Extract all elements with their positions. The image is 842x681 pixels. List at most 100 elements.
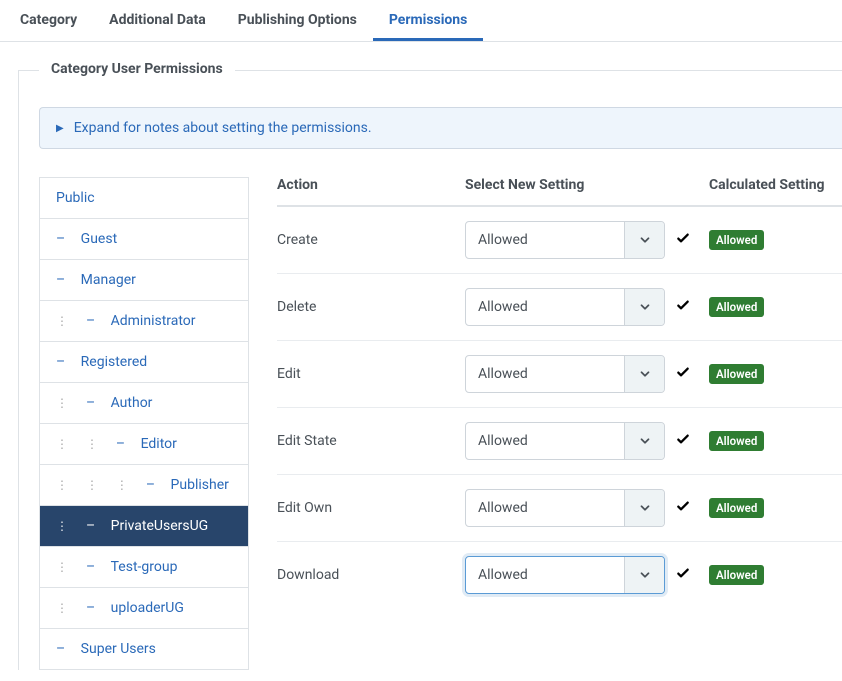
tab-publishing-options[interactable]: Publishing Options [222, 2, 373, 41]
user-group-item-administrator[interactable]: ⋮ – Administrator [40, 301, 248, 342]
check-icon [675, 431, 691, 447]
check-icon [675, 230, 691, 246]
setting-select[interactable]: Allowed [465, 221, 665, 259]
select-caret[interactable] [624, 289, 664, 325]
action-label: Edit [277, 366, 465, 382]
indent-dots-icon: ⋮ [86, 478, 97, 492]
user-group-item-registered[interactable]: – Registered [40, 342, 248, 383]
group-label: Manager [81, 272, 136, 288]
user-group-item-super-users[interactable]: – Super Users [40, 629, 248, 670]
expand-notes-bar[interactable]: ▶ Expand for notes about setting the per… [39, 107, 842, 149]
indent-dots-icon: ⋮ [56, 314, 67, 328]
calc-cell: Allowed [709, 364, 842, 384]
indent-dash: – [86, 313, 95, 329]
chevron-down-icon [638, 233, 652, 247]
permission-row: EditAllowedAllowed [277, 341, 842, 408]
calc-badge: Allowed [709, 565, 764, 585]
select-caret[interactable] [624, 222, 664, 258]
tab-bar: CategoryAdditional DataPublishing Option… [0, 0, 842, 42]
indent-dash: – [86, 395, 95, 411]
select-caret[interactable] [624, 356, 664, 392]
select-value: Allowed [466, 289, 624, 325]
indent-dash: – [56, 354, 65, 370]
user-group-item-author[interactable]: ⋮ – Author [40, 383, 248, 424]
group-label: Public [56, 190, 95, 206]
group-label: Publisher [171, 477, 229, 493]
col-action-header: Action [277, 177, 465, 193]
tab-permissions[interactable]: Permissions [373, 2, 483, 41]
select-value: Allowed [466, 557, 624, 593]
setting-cell: Allowed [465, 355, 709, 393]
user-group-item-guest[interactable]: – Guest [40, 219, 248, 260]
select-value: Allowed [466, 222, 624, 258]
permissions-fieldset: Category User Permissions ▶ Expand for n… [18, 70, 842, 670]
table-header: Action Select New Setting Calculated Set… [277, 177, 842, 207]
indent-dots-icon: ⋮ [56, 601, 67, 615]
calc-cell: Allowed [709, 498, 842, 518]
setting-select[interactable]: Allowed [465, 288, 665, 326]
group-label: Author [111, 395, 153, 411]
indent-dots-icon: ⋮ [56, 560, 67, 574]
group-label: Administrator [111, 313, 196, 329]
calc-badge: Allowed [709, 364, 764, 384]
select-caret[interactable] [624, 557, 664, 593]
setting-cell: Allowed [465, 489, 709, 527]
select-value: Allowed [466, 423, 624, 459]
user-group-item-manager[interactable]: – Manager [40, 260, 248, 301]
col-calc-header: Calculated Setting [709, 177, 842, 193]
user-group-item-uploaderug[interactable]: ⋮ – uploaderUG [40, 588, 248, 629]
action-label: Create [277, 232, 465, 248]
indent-dots-icon: ⋮ [56, 478, 67, 492]
check-icon [675, 498, 691, 514]
group-label: Super Users [81, 641, 156, 657]
select-caret[interactable] [624, 423, 664, 459]
setting-select[interactable]: Allowed [465, 489, 665, 527]
tab-additional-data[interactable]: Additional Data [93, 2, 222, 41]
permissions-table: Action Select New Setting Calculated Set… [277, 177, 842, 608]
indent-dash: – [116, 436, 125, 452]
user-group-item-publisher[interactable]: ⋮ ⋮ ⋮ – Publisher [40, 465, 248, 506]
user-group-item-editor[interactable]: ⋮ ⋮ – Editor [40, 424, 248, 465]
setting-cell: Allowed [465, 221, 709, 259]
select-value: Allowed [466, 490, 624, 526]
tab-category[interactable]: Category [4, 2, 93, 41]
indent-dash: – [56, 641, 65, 657]
calc-cell: Allowed [709, 431, 842, 451]
setting-cell: Allowed [465, 288, 709, 326]
action-label: Edit State [277, 433, 465, 449]
check-icon [675, 364, 691, 380]
expand-notes-label: Expand for notes about setting the permi… [74, 120, 372, 136]
calc-badge: Allowed [709, 431, 764, 451]
saved-check [675, 297, 691, 317]
group-label: Registered [81, 354, 147, 370]
setting-select[interactable]: Allowed [465, 556, 665, 594]
user-group-item-privateusersug[interactable]: ⋮ – PrivateUsersUG [40, 506, 248, 547]
indent-dots-icon: ⋮ [56, 519, 67, 533]
action-label: Delete [277, 299, 465, 315]
fieldset-legend: Category User Permissions [39, 61, 235, 77]
indent-dash: – [56, 231, 65, 247]
user-group-item-public[interactable]: Public [40, 178, 248, 219]
indent-dots-icon: ⋮ [56, 396, 67, 410]
chevron-down-icon [638, 367, 652, 381]
group-label: uploaderUG [111, 600, 184, 616]
calc-badge: Allowed [709, 230, 764, 250]
calc-cell: Allowed [709, 297, 842, 317]
permission-row: CreateAllowedAllowed [277, 207, 842, 274]
content-area: Category User Permissions ▶ Expand for n… [0, 42, 842, 670]
calc-badge: Allowed [709, 498, 764, 518]
setting-select[interactable]: Allowed [465, 355, 665, 393]
chevron-down-icon [638, 434, 652, 448]
chevron-down-icon [638, 300, 652, 314]
saved-check [675, 431, 691, 451]
permissions-layout: Public– Guest– Manager⋮ – Administrator–… [39, 177, 842, 670]
select-caret[interactable] [624, 490, 664, 526]
permission-row: Edit StateAllowedAllowed [277, 408, 842, 475]
check-icon [675, 297, 691, 313]
user-group-list: Public– Guest– Manager⋮ – Administrator–… [39, 177, 249, 670]
indent-dots-icon: ⋮ [56, 437, 67, 451]
user-group-item-test-group[interactable]: ⋮ – Test-group [40, 547, 248, 588]
indent-dash: – [56, 272, 65, 288]
setting-select[interactable]: Allowed [465, 422, 665, 460]
indent-dots-icon: ⋮ [116, 478, 127, 492]
